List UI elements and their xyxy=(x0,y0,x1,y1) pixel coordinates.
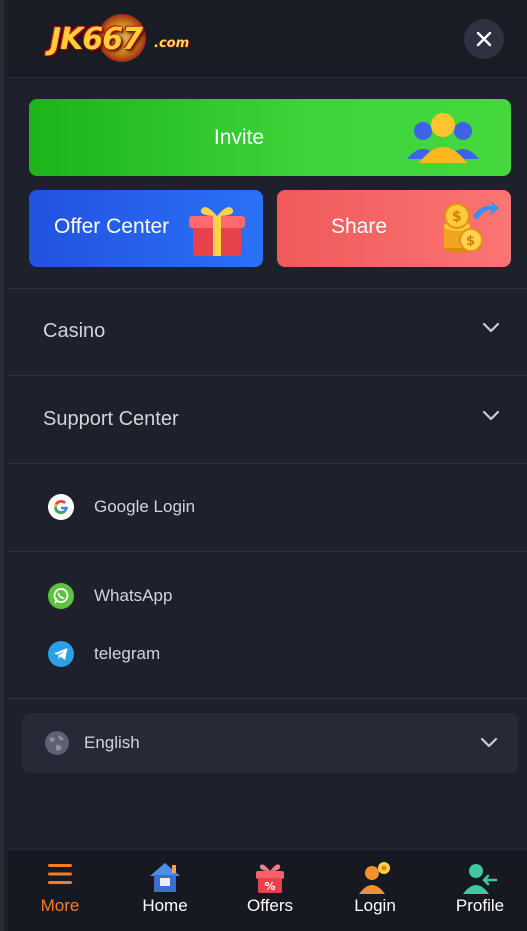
google-icon xyxy=(48,494,74,520)
menu-icon xyxy=(48,864,72,884)
chevron-down-icon xyxy=(482,322,500,333)
users-icon xyxy=(407,113,479,163)
profile-icon xyxy=(463,864,498,894)
logo-suffix: .com xyxy=(154,36,190,51)
casino-accordion[interactable]: Casino xyxy=(8,288,527,375)
gift-icon: % xyxy=(256,864,284,893)
invite-label: Invite xyxy=(213,125,265,149)
close-icon xyxy=(476,31,492,47)
home-icon xyxy=(150,863,180,892)
offer-center-button[interactable]: Offer Center xyxy=(29,190,263,267)
coins-share-icon: $ $ xyxy=(444,200,499,253)
support-center-accordion[interactable]: Support Center xyxy=(8,376,527,463)
nav-offers[interactable]: % Offers xyxy=(218,850,322,931)
brand-logo: JK667 .com xyxy=(48,14,190,62)
svg-text:%: % xyxy=(265,880,276,893)
telegram-icon xyxy=(48,641,74,667)
divider xyxy=(8,698,527,699)
svg-text:$: $ xyxy=(452,209,462,225)
chevron-down-icon xyxy=(482,410,500,421)
close-button[interactable] xyxy=(464,19,504,59)
nav-home[interactable]: Home xyxy=(113,850,217,931)
support-center-label: Support Center xyxy=(43,408,179,430)
side-menu-panel: JK667 .com Invite Offer Center Share $ $… xyxy=(0,0,527,931)
offer-center-label: Offer Center xyxy=(54,215,170,238)
nav-profile-label: Profile xyxy=(455,896,505,915)
nav-profile[interactable]: Profile xyxy=(428,850,527,931)
language-label: English xyxy=(84,733,140,752)
google-login-link[interactable]: Google Login xyxy=(8,485,527,529)
nav-more-label: More xyxy=(40,896,80,915)
share-label: Share xyxy=(331,215,388,238)
telegram-label: telegram xyxy=(94,644,161,663)
nav-offers-label: Offers xyxy=(247,896,293,915)
share-button[interactable]: Share $ $ xyxy=(277,190,511,267)
nav-more[interactable]: More xyxy=(8,850,112,931)
google-login-label: Google Login xyxy=(94,497,196,516)
chevron-down-icon xyxy=(480,737,498,748)
login-icon xyxy=(359,862,390,894)
telegram-link[interactable]: telegram xyxy=(8,632,527,676)
nav-login[interactable]: Login xyxy=(323,850,427,931)
language-selector[interactable]: English xyxy=(22,713,518,773)
divider xyxy=(8,463,527,464)
globe-icon xyxy=(45,731,69,755)
nav-home-label: Home xyxy=(142,896,188,915)
gift-box-icon xyxy=(189,207,245,256)
nav-login-label: Login xyxy=(354,896,396,915)
invite-button[interactable]: Invite xyxy=(29,99,511,176)
casino-label: Casino xyxy=(43,320,106,342)
whatsapp-link[interactable]: WhatsApp xyxy=(8,574,527,618)
bottom-nav: More Home % Offers Login Profile xyxy=(8,849,527,931)
menu-header: JK667 .com xyxy=(8,0,527,78)
divider xyxy=(8,551,527,552)
logo-text: JK667 xyxy=(50,22,143,57)
whatsapp-label: WhatsApp xyxy=(94,586,173,605)
whatsapp-icon xyxy=(48,583,74,609)
svg-text:$: $ xyxy=(466,234,475,249)
